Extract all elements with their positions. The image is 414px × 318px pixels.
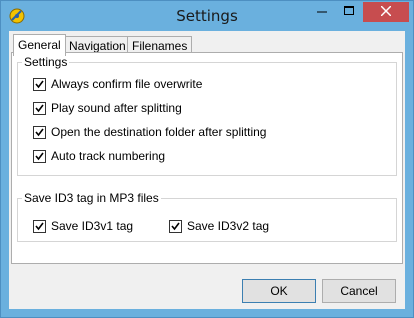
close-icon <box>380 5 392 19</box>
settings-window: Settings General Navigation Filenames Se… <box>0 0 414 318</box>
checkbox-box <box>33 219 46 233</box>
id3-group-title: Save ID3 tag in MP3 files <box>22 191 161 205</box>
settings-group: Settings Always confirm file overwrite P… <box>17 55 397 176</box>
settings-group-title: Settings <box>22 55 70 69</box>
checkbox-box <box>33 101 46 115</box>
cancel-button[interactable]: Cancel <box>322 279 396 303</box>
tab-general[interactable]: General <box>13 34 66 56</box>
title-bar[interactable]: Settings <box>1 1 413 31</box>
minimize-button[interactable] <box>309 2 335 22</box>
checkbox-box <box>169 219 182 233</box>
close-button[interactable] <box>363 2 409 22</box>
dialog-client-area: General Navigation Filenames Settings Al… <box>9 31 405 309</box>
checkbox-label: Save ID3v1 tag <box>51 219 134 233</box>
save-id3v2-checkbox[interactable]: Save ID3v2 tag <box>169 219 269 233</box>
open-destination-checkbox[interactable]: Open the destination folder after splitt… <box>33 125 266 139</box>
ok-button[interactable]: OK <box>242 279 316 303</box>
checkbox-label: Play sound after splitting <box>51 101 182 115</box>
play-sound-checkbox[interactable]: Play sound after splitting <box>33 101 182 115</box>
checkbox-label: Open the destination folder after splitt… <box>51 125 267 139</box>
always-confirm-checkbox[interactable]: Always confirm file overwrite <box>33 77 202 91</box>
maximize-button[interactable] <box>336 2 362 22</box>
maximize-icon <box>344 5 354 19</box>
checkbox-box <box>33 77 46 91</box>
id3-group: Save ID3 tag in MP3 files Save ID3v1 tag… <box>17 191 397 242</box>
checkbox-box <box>33 149 46 163</box>
checkbox-label: Auto track numbering <box>51 149 166 163</box>
auto-track-numbering-checkbox[interactable]: Auto track numbering <box>33 149 165 163</box>
checkbox-box <box>33 125 46 139</box>
checkbox-label: Always confirm file overwrite <box>51 77 203 91</box>
tab-panel-general: Settings Always confirm file overwrite P… <box>11 52 403 264</box>
minimize-icon <box>317 5 327 19</box>
save-id3v1-checkbox[interactable]: Save ID3v1 tag <box>33 219 133 233</box>
checkbox-label: Save ID3v2 tag <box>187 219 270 233</box>
